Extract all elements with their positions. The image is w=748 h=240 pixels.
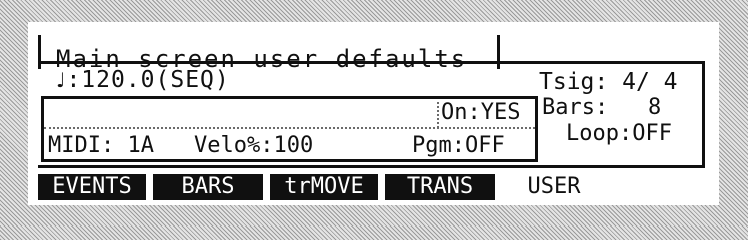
midi-row: MIDI: 1A Velo%:100 Pgm:OFF (48, 133, 505, 159)
soft-key-bar: EVENTS BARS trMOVE TRANS USER (38, 174, 708, 200)
loop-field[interactable]: Loop:OFF (566, 122, 672, 146)
tab-trans[interactable]: TRANS (385, 174, 495, 200)
tsig-field[interactable]: Tsig: 4/ 4 (539, 70, 678, 94)
bars-value: 8 (647, 95, 662, 120)
loop-value: OFF (632, 121, 672, 146)
dotted-divider-vertical (437, 102, 439, 128)
on-value: YES (480, 100, 521, 125)
on-label: On: (441, 100, 481, 125)
dotted-divider (44, 127, 535, 129)
velo-value: 100 (273, 133, 314, 158)
tsig-label: Tsig: (539, 69, 609, 95)
tab-user[interactable]: USER (502, 174, 606, 200)
tab-bars[interactable]: BARS (153, 174, 263, 200)
tempo-field[interactable]: ♩:120.0(SEQ) (56, 68, 230, 92)
loop-label: Loop: (566, 121, 633, 146)
midi-label: MIDI: (48, 133, 115, 158)
pgm-field[interactable]: Pgm:OFF (412, 133, 505, 159)
quarter-note-icon: ♩ (56, 68, 67, 92)
on-field[interactable]: On:YES (441, 101, 521, 125)
midi-field[interactable]: MIDI: 1A (48, 133, 194, 159)
tab-trmove[interactable]: trMOVE (270, 174, 378, 200)
velo-field[interactable]: Velo%:100 (194, 133, 412, 159)
tempo-value: :120.0(SEQ) (66, 67, 230, 93)
track-settings-box: On:YES MIDI: 1A Velo%:100 Pgm:OFF (41, 96, 538, 162)
pgm-value: OFF (464, 133, 505, 158)
bars-label: Bars: (542, 95, 609, 120)
lcd-screen: Main screen user defaults ♩:120.0(SEQ) O… (28, 22, 719, 205)
midi-value: 1A (127, 133, 154, 158)
tab-events[interactable]: EVENTS (38, 174, 146, 200)
tsig-value: 4/ 4 (622, 69, 678, 95)
velo-label: Velo%: (194, 133, 274, 158)
bars-field[interactable]: Bars: 8 (542, 96, 661, 120)
pgm-label: Pgm: (412, 133, 465, 158)
